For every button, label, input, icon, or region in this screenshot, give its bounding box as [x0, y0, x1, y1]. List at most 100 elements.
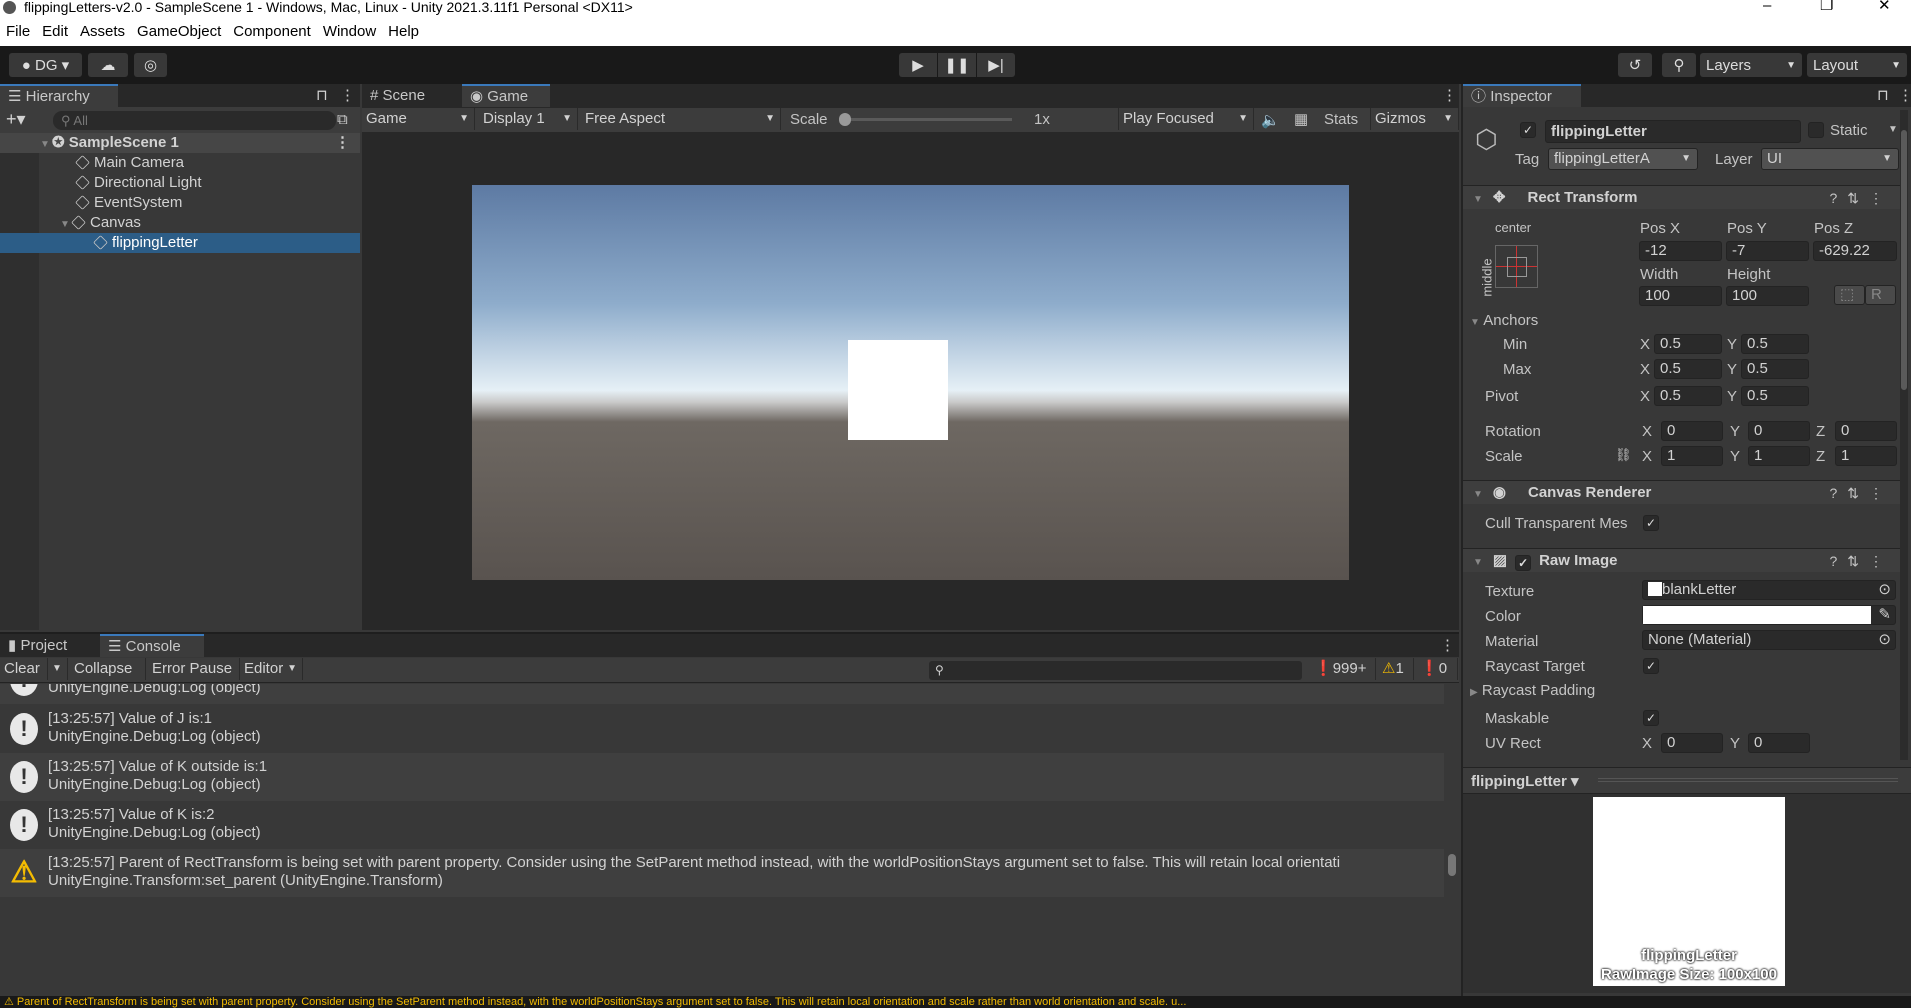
menu-help[interactable]: Help	[382, 23, 425, 40]
object-picker-icon[interactable]: ⊙	[1878, 631, 1891, 649]
scale-slider[interactable]	[839, 113, 1012, 126]
texture-field[interactable]: blankLetter ⊙	[1642, 580, 1896, 600]
anchor-min-x-input[interactable]: 0.5	[1654, 334, 1722, 354]
inspector-scrollbar[interactable]	[1900, 110, 1908, 760]
color-field[interactable]: ✎	[1642, 605, 1896, 625]
scene-visibility-icon[interactable]: ⧉	[337, 111, 348, 128]
color-swatch[interactable]	[1643, 606, 1871, 624]
log-entry[interactable]: ! [13:25:57] Value of K is:2 UnityEngine.D…	[0, 801, 1444, 849]
anchor-min-y-input[interactable]: 0.5	[1741, 334, 1809, 354]
pos-z-input[interactable]: -629.22	[1813, 241, 1897, 261]
stats-button[interactable]: Stats	[1324, 111, 1358, 128]
constrain-proportions-icon[interactable]: ⛓	[1615, 447, 1632, 463]
account-dropdown[interactable]: ● DG ▾	[9, 53, 82, 77]
anchor-max-x-input[interactable]: 0.5	[1654, 359, 1722, 379]
menu-gameobject[interactable]: GameObject	[131, 23, 227, 40]
component-actions[interactable]: ?⇅⋮	[1829, 481, 1893, 505]
clear-button[interactable]: Clear	[0, 658, 48, 680]
active-checkbox[interactable]: ✓	[1520, 122, 1536, 138]
log-entry[interactable]: ! UnityEngine.Debug:Log (object)	[0, 684, 1444, 704]
collab-button[interactable]: ◎	[134, 53, 167, 77]
menu-window[interactable]: Window	[317, 23, 382, 40]
preview-resize-handle[interactable]	[1598, 778, 1898, 782]
frame-debugger-icon[interactable]: ▦	[1294, 110, 1308, 128]
menu-edit[interactable]: Edit	[36, 23, 74, 40]
more-menu-icon[interactable]: ⋮	[1442, 86, 1457, 104]
pos-y-input[interactable]: -7	[1726, 241, 1809, 261]
collapse-toggle[interactable]: Collapse	[70, 658, 146, 680]
tab-hierarchy[interactable]: ☰ Hierarchy	[0, 84, 118, 107]
tab-game[interactable]: ◉ Game	[462, 84, 550, 107]
component-actions[interactable]: ?⇅⋮	[1829, 549, 1893, 573]
log-entry[interactable]: ! [13:25:57] Value of J is:1 UnityEngine.D…	[0, 705, 1444, 753]
log-filter-toggle[interactable]: ❗999+	[1310, 658, 1376, 680]
log-entry[interactable]: ! [13:25:57] Value of K outside is:1 Unity…	[0, 753, 1444, 801]
raycast-padding-foldout[interactable]: ▶ Raycast Padding	[1470, 682, 1595, 699]
tag-dropdown[interactable]: flippingLetterA ▼	[1548, 148, 1698, 170]
display-dropdown[interactable]: Display 1 ▼	[479, 108, 578, 130]
more-menu-icon[interactable]: ⋮	[340, 86, 355, 104]
more-menu-icon[interactable]: ⋮	[1440, 636, 1455, 654]
rotation-y-input[interactable]: 0	[1748, 421, 1810, 441]
uv-y-input[interactable]: 0	[1748, 733, 1810, 753]
menu-file[interactable]: File	[0, 23, 36, 40]
raw-edit-button[interactable]: R	[1865, 285, 1896, 305]
material-field[interactable]: None (Material) ⊙	[1642, 630, 1896, 650]
maskable-checkbox[interactable]: ✓	[1643, 710, 1659, 726]
scene-menu-icon[interactable]: ⋮	[335, 133, 350, 153]
anchors-foldout[interactable]: ▼ Anchors	[1470, 312, 1538, 329]
hierarchy-search-input[interactable]: ⚲ All	[53, 111, 336, 130]
add-button[interactable]: +▾	[6, 109, 26, 130]
hierarchy-item-canvas[interactable]: ▼ Canvas	[0, 213, 360, 233]
close-button[interactable]: ✕	[1878, 0, 1891, 13]
rect-transform-header[interactable]: ▼ ✥ Rect Transform ?⇅⋮	[1463, 185, 1903, 209]
play-button[interactable]: ▶	[899, 53, 937, 77]
cloud-button[interactable]: ☁	[88, 53, 128, 77]
canvas-renderer-header[interactable]: ▼ ◉ Canvas Renderer ?⇅⋮	[1463, 480, 1903, 504]
aspect-dropdown[interactable]: Free Aspect ▼	[581, 108, 781, 130]
error-pause-toggle[interactable]: Error Pause	[148, 658, 240, 680]
scale-x-input[interactable]: 1	[1661, 446, 1723, 466]
undo-history-button[interactable]: ↺	[1618, 53, 1652, 77]
search-button[interactable]: ⚲	[1662, 53, 1696, 77]
width-input[interactable]: 100	[1639, 286, 1722, 306]
object-picker-icon[interactable]: ⊙	[1878, 581, 1891, 599]
layer-dropdown[interactable]: UI ▼	[1761, 148, 1899, 170]
console-scrollbar[interactable]	[1446, 686, 1458, 902]
hierarchy-item-directional-light[interactable]: Directional Light	[0, 173, 360, 193]
tab-inspector[interactable]: ⓘ Inspector	[1463, 84, 1581, 107]
hierarchy-item-flippingletter[interactable]: flippingLetter	[0, 233, 360, 253]
layers-dropdown[interactable]: Layers ▼	[1700, 53, 1802, 77]
menu-assets[interactable]: Assets	[74, 23, 131, 40]
hierarchy-item-eventsystem[interactable]: EventSystem	[0, 193, 360, 213]
tab-project[interactable]: ▮ Project	[0, 634, 100, 657]
clear-options-dropdown[interactable]: ▼	[48, 658, 68, 680]
blueprint-mode-button[interactable]: ⬚	[1834, 285, 1865, 305]
anchor-presets-button[interactable]	[1495, 245, 1538, 288]
console-search-input[interactable]: ⚲	[929, 661, 1302, 680]
pivot-y-input[interactable]: 0.5	[1741, 386, 1809, 406]
maximize-button[interactable]: ❐	[1820, 0, 1833, 13]
uv-x-input[interactable]: 0	[1661, 733, 1723, 753]
rotation-x-input[interactable]: 0	[1661, 421, 1723, 441]
raw-image-header[interactable]: ▼ ▨ ✓ Raw Image ?⇅⋮	[1463, 548, 1903, 572]
object-name-input[interactable]: flippingLetter	[1545, 120, 1801, 143]
mute-audio-icon[interactable]: 🔈	[1261, 111, 1280, 129]
minimize-button[interactable]: –	[1763, 0, 1771, 13]
game-render-view[interactable]	[472, 185, 1349, 580]
tab-scene[interactable]: # Scene	[362, 84, 462, 107]
pivot-x-input[interactable]: 0.5	[1654, 386, 1722, 406]
status-message[interactable]: Parent of RectTransform is being set wit…	[17, 996, 1186, 1008]
menu-component[interactable]: Component	[227, 23, 317, 40]
step-button[interactable]: ▶|	[977, 53, 1015, 77]
error-filter-toggle[interactable]: ❗0	[1416, 658, 1458, 680]
editor-dropdown[interactable]: Editor ▼	[240, 658, 303, 680]
play-mode-dropdown[interactable]: Play Focused ▼	[1118, 108, 1254, 130]
gizmos-dropdown[interactable]: Gizmos ▼	[1370, 108, 1459, 130]
component-actions[interactable]: ?⇅⋮	[1829, 186, 1893, 210]
scene-row[interactable]: ▼ ✪ SampleScene 1 ⋮	[0, 133, 360, 153]
more-menu-icon[interactable]: ⋮	[1898, 86, 1911, 104]
lock-icon[interactable]: ⊓	[1877, 86, 1889, 104]
eyedropper-icon[interactable]: ✎	[1878, 606, 1891, 624]
lock-icon[interactable]: ⊓	[316, 86, 328, 104]
